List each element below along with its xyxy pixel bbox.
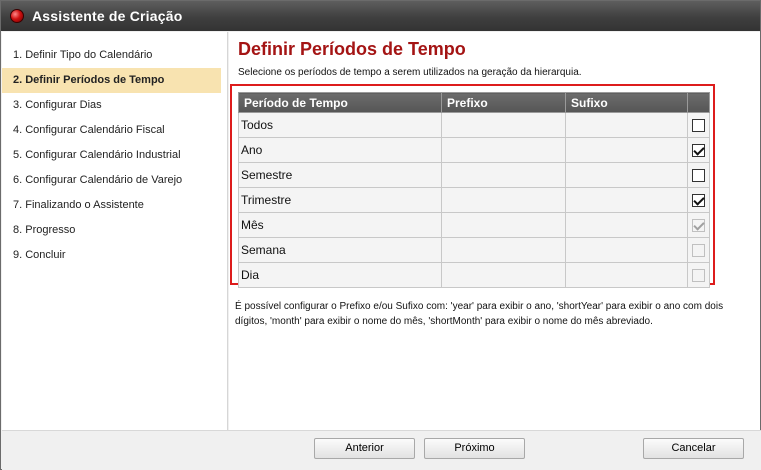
periods-table: Período de Tempo Prefixo Sufixo Todos Ano… <box>238 92 710 288</box>
title-bar: Assistente de Criação <box>1 1 760 31</box>
table-row: Semestre <box>238 162 710 188</box>
column-header-prefix[interactable]: Prefixo <box>441 92 566 113</box>
main-panel: Definir Períodos de Tempo Selecione os p… <box>229 32 760 430</box>
period-checkbox[interactable] <box>692 119 705 133</box>
table-row: Trimestre <box>238 187 710 213</box>
period-name-cell: Ano <box>238 137 442 163</box>
suffix-cell[interactable] <box>565 137 688 163</box>
periods-grid-frame: Período de Tempo Prefixo Sufixo Todos Ano… <box>230 84 715 288</box>
period-checkbox <box>692 219 705 233</box>
prefix-cell[interactable] <box>441 237 566 263</box>
sidebar-step-8[interactable]: 8. Progresso <box>2 218 227 243</box>
suffix-cell[interactable] <box>565 262 688 288</box>
prefix-cell[interactable] <box>441 137 566 163</box>
prefix-cell[interactable] <box>441 262 566 288</box>
sidebar-step-7[interactable]: 7. Finalizando o Assistente <box>2 193 227 218</box>
sidebar-step-5[interactable]: 5. Configurar Calendário Industrial <box>2 143 227 168</box>
select-cell <box>687 137 710 163</box>
table-row: Dia <box>238 262 710 288</box>
page-title: Definir Períodos de Tempo <box>238 39 466 59</box>
sidebar-step-2[interactable]: 2. Definir Períodos de Tempo <box>2 68 221 93</box>
next-button[interactable]: Próximo <box>424 438 525 459</box>
suffix-cell[interactable] <box>565 162 688 188</box>
period-checkbox <box>692 269 705 283</box>
period-name-cell: Mês <box>238 212 442 238</box>
select-cell <box>687 112 710 138</box>
suffix-cell[interactable] <box>565 187 688 213</box>
steps-sidebar: 1. Definir Tipo do Calendário 2. Definir … <box>2 32 228 430</box>
table-row: Todos <box>238 112 710 138</box>
suffix-cell[interactable] <box>565 112 688 138</box>
column-header-period[interactable]: Período de Tempo <box>238 92 442 113</box>
prefix-suffix-hint: É possível configurar o Prefixo e/ou Suf… <box>235 301 724 327</box>
page-subtitle: Selecione os períodos de tempo a serem u… <box>238 67 582 78</box>
sidebar-step-3[interactable]: 3. Configurar Dias <box>2 93 227 118</box>
suffix-cell[interactable] <box>565 212 688 238</box>
wizard-footer: Anterior Próximo Cancelar <box>2 430 761 470</box>
sidebar-step-4[interactable]: 4. Configurar Calendário Fiscal <box>2 118 227 143</box>
table-header-row: Período de Tempo Prefixo Sufixo <box>238 92 710 113</box>
select-cell <box>687 187 710 213</box>
prefix-cell[interactable] <box>441 162 566 188</box>
select-cell <box>687 237 710 263</box>
sidebar-step-9[interactable]: 9. Concluir <box>2 243 227 268</box>
prefix-cell[interactable] <box>441 112 566 138</box>
select-cell <box>687 262 710 288</box>
period-checkbox[interactable] <box>692 144 705 158</box>
sidebar-step-6[interactable]: 6. Configurar Calendário de Varejo <box>2 168 227 193</box>
column-header-select <box>687 92 710 113</box>
period-checkbox[interactable] <box>692 169 705 183</box>
sidebar-step-1[interactable]: 1. Definir Tipo do Calendário <box>2 43 227 68</box>
period-name-cell: Semana <box>238 237 442 263</box>
table-row: Semana <box>238 237 710 263</box>
table-row: Mês <box>238 212 710 238</box>
select-cell <box>687 162 710 188</box>
table-row: Ano <box>238 137 710 163</box>
period-name-cell: Semestre <box>238 162 442 188</box>
wizard-window: Assistente de Criação 1. Definir Tipo do… <box>0 0 761 470</box>
period-checkbox <box>692 244 705 258</box>
prefix-cell[interactable] <box>441 187 566 213</box>
cancel-button[interactable]: Cancelar <box>643 438 744 459</box>
suffix-cell[interactable] <box>565 237 688 263</box>
period-name-cell: Trimestre <box>238 187 442 213</box>
column-header-suffix[interactable]: Sufixo <box>565 92 688 113</box>
back-button[interactable]: Anterior <box>314 438 415 459</box>
app-logo-icon <box>10 9 24 23</box>
period-name-cell: Dia <box>238 262 442 288</box>
select-cell <box>687 212 710 238</box>
window-title: Assistente de Criação <box>32 8 183 24</box>
prefix-cell[interactable] <box>441 212 566 238</box>
period-checkbox[interactable] <box>692 194 705 208</box>
period-name-cell: Todos <box>238 112 442 138</box>
